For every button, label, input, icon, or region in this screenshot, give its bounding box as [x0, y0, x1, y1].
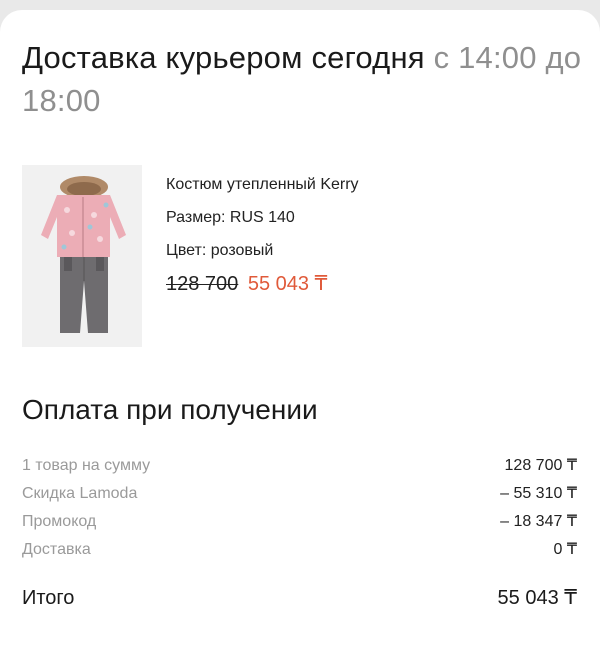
- product-color: Цвет: розовый: [166, 242, 274, 259]
- summary-label: Промокод: [22, 513, 97, 530]
- new-price: 55 043 ₸: [247, 273, 328, 295]
- summary-label: Доставка: [22, 541, 91, 558]
- summary-label: Скидка Lamoda: [22, 485, 138, 502]
- summary-label: 1 товар на сумму: [22, 457, 151, 474]
- summary-row-delivery: Доставка 0 ₸: [22, 536, 577, 564]
- total-value: 55 043 ₸: [497, 587, 577, 609]
- summary-value: – 55 310 ₸: [500, 485, 577, 502]
- product-name[interactable]: Костюм утепленный Kerry: [166, 168, 566, 201]
- product-image[interactable]: [22, 165, 142, 347]
- payment-method-title: Оплата при получении: [22, 394, 318, 425]
- delivery-method: Доставка курьером сегодня: [22, 40, 425, 75]
- order-summary: 1 товар на сумму 128 700 ₸ Скидка Lamoda…: [22, 452, 577, 564]
- summary-row-promocode: Промокод – 18 347 ₸: [22, 508, 577, 536]
- order-card: Доставка курьером сегодня с 14:00 до 18:…: [0, 10, 600, 650]
- summary-row-discount: Скидка Lamoda – 55 310 ₸: [22, 480, 577, 508]
- delivery-title: Доставка курьером сегодня с 14:00 до 18:…: [22, 36, 582, 122]
- summary-value: 128 700 ₸: [504, 457, 577, 474]
- total-row: Итого 55 043 ₸: [22, 582, 577, 614]
- old-price: 128 700: [166, 273, 239, 295]
- product-price: 128 700 55 043 ₸: [166, 269, 566, 299]
- summary-value: 0 ₸: [553, 541, 577, 558]
- snowsuit-icon: [22, 165, 142, 347]
- product-size: Размер: RUS 140: [166, 209, 295, 226]
- summary-value: – 18 347 ₸: [500, 513, 577, 530]
- total-label: Итого: [22, 587, 75, 609]
- product-info: Костюм утепленный Kerry Размер: RUS 140 …: [166, 168, 566, 299]
- summary-row-items-total: 1 товар на сумму 128 700 ₸: [22, 452, 577, 480]
